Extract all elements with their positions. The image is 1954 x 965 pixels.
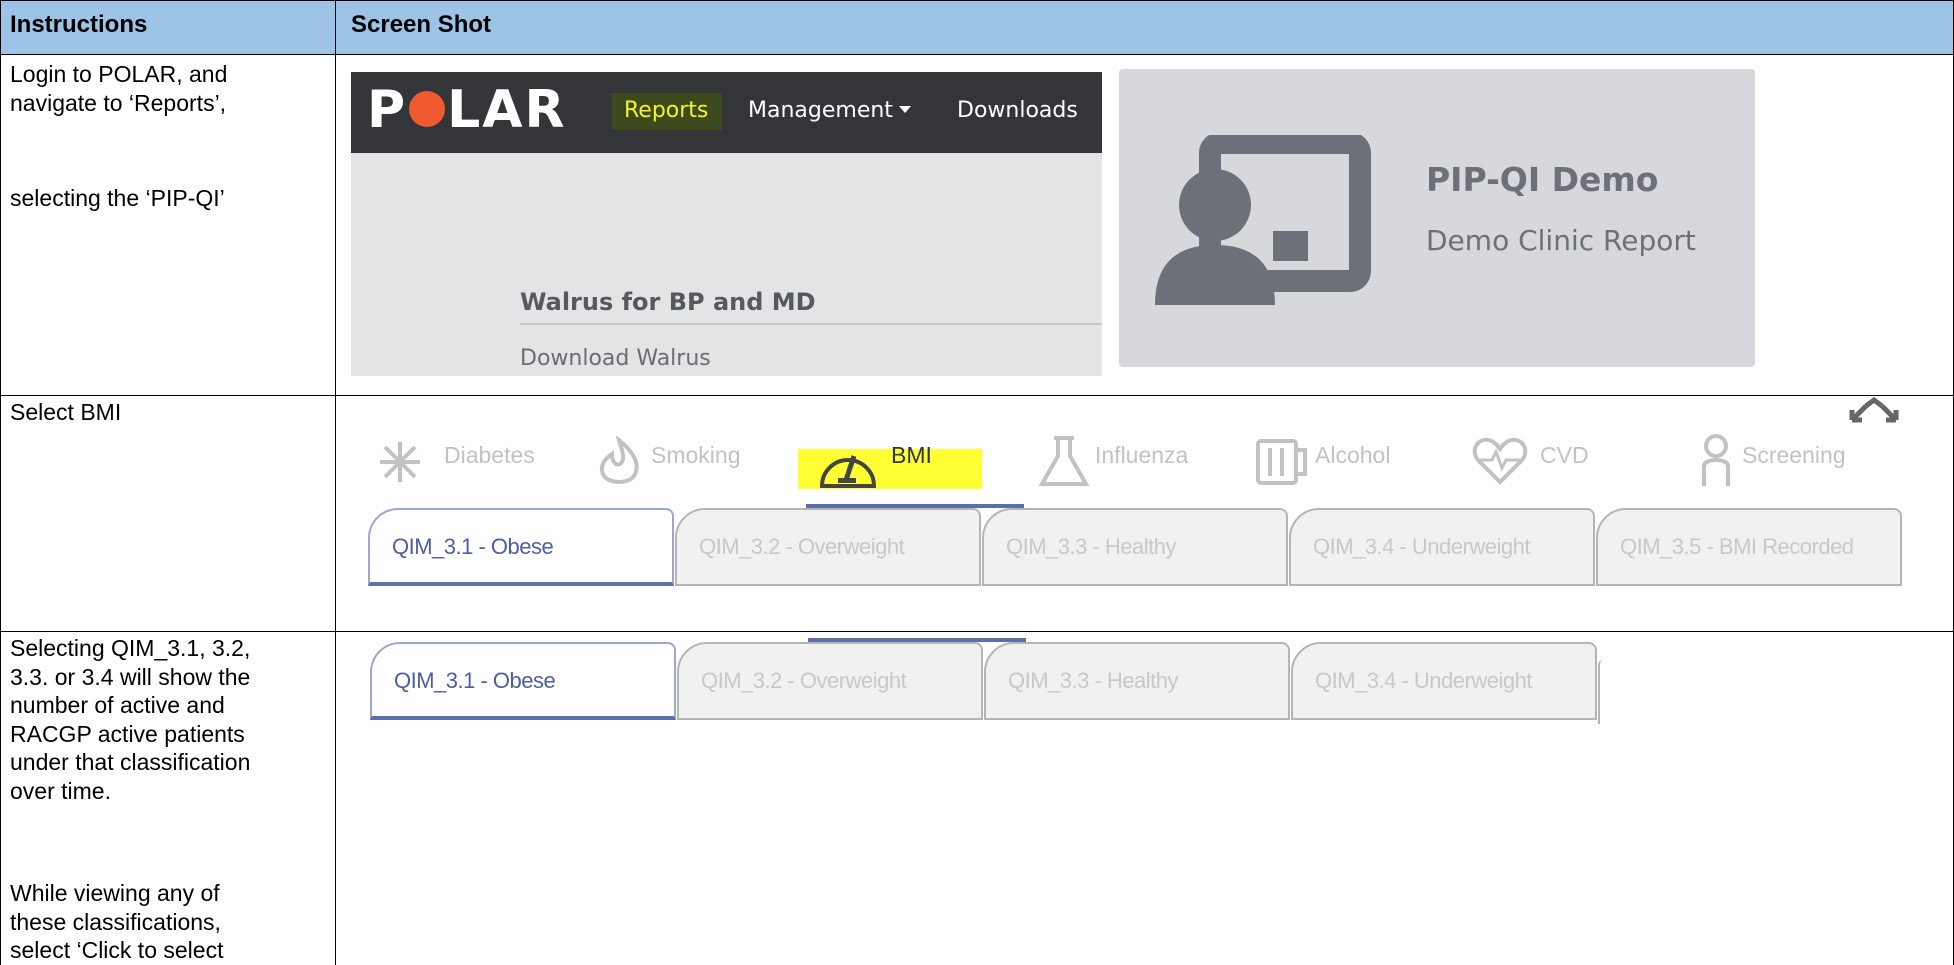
category-screening[interactable]: Screening [1742, 442, 1846, 469]
row3-instructions-b: While viewing any of these classificatio… [10, 880, 224, 963]
pipqi-card-subtitle: Demo Clinic Report [1426, 224, 1696, 257]
table-border-top [0, 0, 1954, 1]
row1-instructions: Login to POLAR, and navigate to ‘Reports… [10, 61, 228, 116]
alcohol-icon [1256, 439, 1307, 485]
polar-navbar: P LAR Reports Management Downloads [351, 72, 1102, 153]
tab-qim-3-2-row3[interactable]: QIM_3.2 - Overweight [677, 642, 983, 720]
polar-content-panel [351, 153, 1102, 376]
category-alcohol[interactable]: Alcohol [1315, 442, 1390, 469]
header-instructions: Instructions [10, 11, 148, 38]
category-smoking[interactable]: Smoking [651, 442, 740, 469]
presenter-icon [1155, 135, 1371, 305]
tab-qim-3-4[interactable]: QIM_3.4 - Underweight [1289, 508, 1595, 586]
table-border-row2 [0, 631, 1954, 632]
chevron-down-icon [898, 105, 911, 113]
diabetes-icon [380, 442, 420, 482]
category-cvd[interactable]: CVD [1540, 442, 1589, 469]
pipqi-card-title: PIP-QI Demo [1426, 160, 1659, 199]
table-border-row1 [0, 395, 1954, 396]
row1-instructions-b: selecting the ‘PIP-QI’ [10, 185, 225, 211]
header-screenshot: Screen Shot [351, 11, 492, 38]
table-header [0, 0, 1954, 54]
tab-qim-3-3-row3[interactable]: QIM_3.3 - Healthy [984, 642, 1290, 720]
screening-icon [1702, 434, 1730, 486]
expand-icon[interactable] [1848, 394, 1900, 426]
row2-instructions: Select BMI [10, 399, 122, 425]
walrus-download-link[interactable]: Download Walrus [520, 346, 711, 371]
tab-qim-3-3[interactable]: QIM_3.3 - Healthy [982, 508, 1288, 586]
walrus-divider [520, 323, 1102, 325]
table-border-left [0, 0, 1, 965]
nav-management[interactable]: Management [748, 98, 911, 123]
tab-edge-partial [1598, 660, 1603, 724]
tab-qim-3-1-row3[interactable]: QIM_3.1 - Obese [370, 642, 676, 720]
walrus-title: Walrus for BP and MD [520, 288, 816, 316]
tab-qim-3-1[interactable]: QIM_3.1 - Obese [368, 508, 674, 586]
gauge-icon [819, 455, 877, 488]
tab-qim-3-5[interactable]: QIM_3.5 - BMI Recorded [1596, 508, 1902, 586]
polar-logo: P LAR [367, 80, 567, 140]
heart-icon [1472, 437, 1528, 485]
bear-paw-icon [409, 91, 446, 127]
nav-downloads[interactable]: Downloads [957, 98, 1078, 123]
table-border-middle [335, 0, 336, 965]
category-diabetes[interactable]: Diabetes [444, 442, 535, 469]
nav-reports[interactable]: Reports [624, 98, 708, 123]
row3-instructions: Selecting QIM_3.1, 3.2, 3.3. or 3.4 will… [10, 635, 251, 804]
table-border-header [0, 54, 1954, 55]
flask-icon [1038, 436, 1090, 486]
tab-qim-3-4-row3[interactable]: QIM_3.4 - Underweight [1291, 642, 1597, 720]
smoking-icon [599, 436, 639, 484]
category-influenza[interactable]: Influenza [1095, 442, 1188, 469]
category-bmi[interactable]: BMI [891, 442, 932, 469]
tab-qim-3-2[interactable]: QIM_3.2 - Overweight [675, 508, 981, 586]
